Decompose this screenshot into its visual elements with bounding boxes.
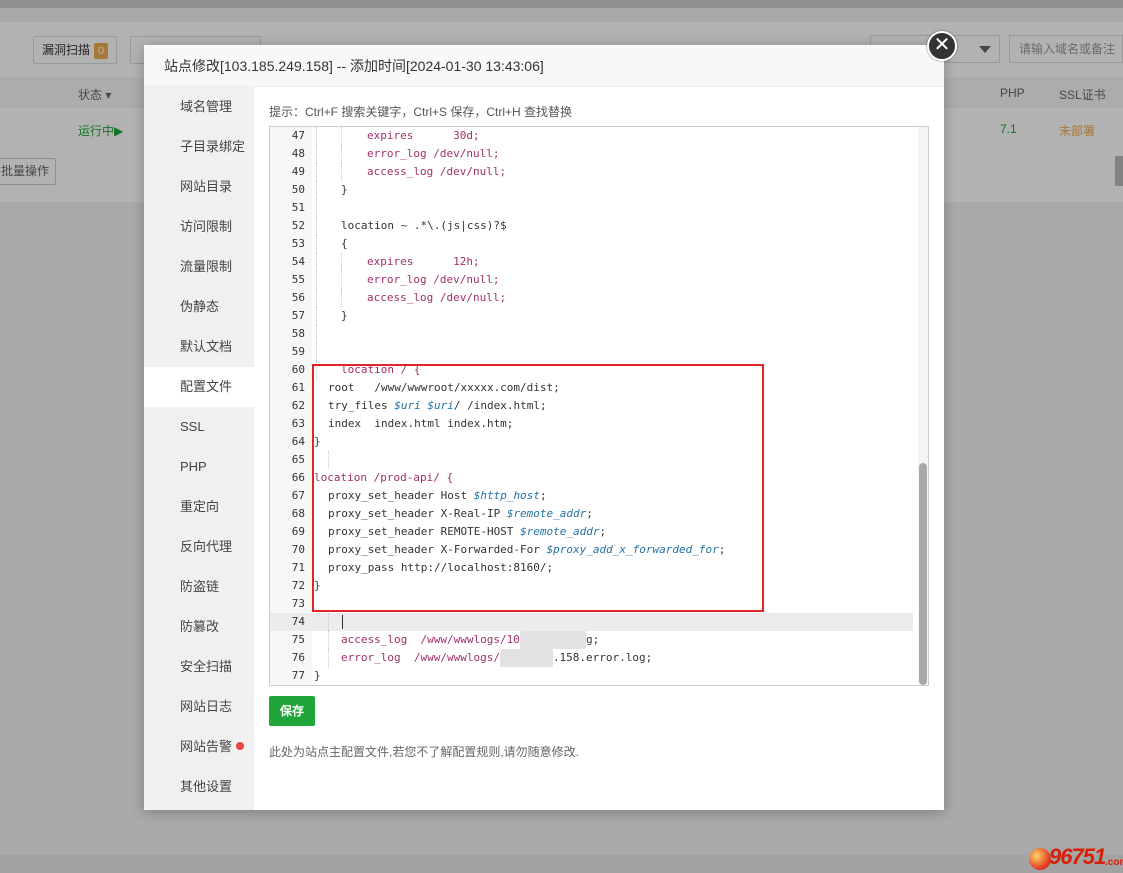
redacted-text: 8888888888 [519,631,587,649]
watermark-logo-icon [1029,848,1051,870]
code-line: 75access_log /www/wwwlogs/108888888888g; [270,631,913,649]
sidebar-item-default-doc[interactable]: 默认文档 [144,327,254,367]
code-line: 54 expires 12h; [270,253,913,271]
sidebar-item-reverse-proxy[interactable]: 反向代理 [144,527,254,567]
sidebar-item-security-scan[interactable]: 安全扫描 [144,647,254,687]
code-line: 49 access_log /dev/null; [270,163,913,181]
code-line: 48 error_log /dev/null; [270,145,913,163]
code-line: 50} [270,181,913,199]
watermark-text: 96751 [1049,844,1106,869]
sidebar-item-hotlink[interactable]: 防盗链 [144,567,254,607]
code-line: 57} [270,307,913,325]
editor-scrollbar[interactable] [918,127,928,685]
code-line: 53{ [270,235,913,253]
sidebar-item-php[interactable]: PHP [144,447,254,487]
sidebar-item-access-limit[interactable]: 访问限制 [144,207,254,247]
close-icon[interactable]: ✕ [927,31,957,61]
config-warning-note: 此处为站点主配置文件,若您不了解配置规则,请勿随意修改. [269,745,580,759]
code-line: 51 [270,199,913,217]
save-button[interactable]: 保存 [269,696,315,726]
code-line: 58 [270,325,913,343]
sidebar-item-site-log[interactable]: 网站日志 [144,687,254,727]
site-edit-modal: 站点修改[103.185.249.158] -- 添加时间[2024-01-30… [144,45,944,810]
shortcut-hint: 提示：Ctrl+F 搜索关键字，Ctrl+S 保存，Ctrl+H 查找替换 [269,105,573,119]
sidebar-item-tamper-proof[interactable]: 防篡改 [144,607,254,647]
sidebar-item-site-alert[interactable]: 网站告警 [144,727,254,767]
sidebar-item-subdir[interactable]: 子目录绑定 [144,127,254,167]
code-line: 55 error_log /dev/null; [270,271,913,289]
site-watermark: 96751 .com [1025,840,1123,873]
sidebar-item-domain[interactable]: 域名管理 [144,87,254,127]
code-line: 77} [291,669,321,682]
sidebar-item-rewrite[interactable]: 伪静态 [144,287,254,327]
code-line: 59 [270,343,913,361]
code-line: 52 location ~ .*\.(js|css)?$ [270,217,913,235]
sidebar-item-ssl[interactable]: SSL [144,407,254,447]
sidebar-item-redirect[interactable]: 重定向 [144,487,254,527]
text-cursor [342,615,343,629]
alert-dot-icon [236,742,245,750]
code-line: 47 expires 30d; [270,127,913,145]
code-line-current: 74 [270,613,913,631]
editor-scrollbar-thumb[interactable] [919,463,927,685]
sidebar-item-config-file[interactable]: 配置文件 [144,367,254,407]
code-line: 56 access_log /dev/null; [270,289,913,307]
sidebar-item-other-settings[interactable]: 其他设置 [144,767,254,807]
sidebar-item-traffic-limit[interactable]: 流量限制 [144,247,254,287]
annotation-highlight-box [312,364,764,612]
sidebar-item-site-dir[interactable]: 网站目录 [144,167,254,207]
code-line: 76error_log /www/wwwlogs/88888888.158.er… [270,649,913,667]
modal-title: 站点修改[103.185.249.158] -- 添加时间[2024-01-30… [144,45,944,87]
modal-sidebar: 域名管理 子目录绑定 网站目录 访问限制 流量限制 伪静态 默认文档 配置文件 … [144,87,254,810]
redacted-text: 88888888 [499,649,553,667]
watermark-suffix: .com [1105,857,1123,868]
